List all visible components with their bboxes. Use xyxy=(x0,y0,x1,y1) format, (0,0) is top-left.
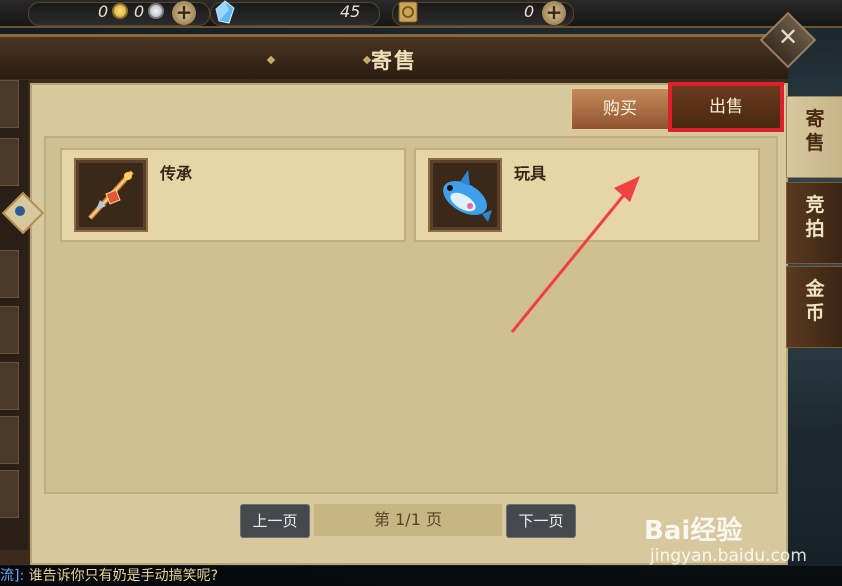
watermark-brand: Bai经验 xyxy=(644,516,743,546)
watermark-url: jingyan.baidu.com xyxy=(650,546,807,566)
annotation-arrow xyxy=(510,176,640,333)
watermark: Bai经验 jingyan.baidu.com xyxy=(644,510,834,580)
chat-message: 谁告诉你只有奶是手动搞笑呢? xyxy=(28,568,219,584)
chat-channel: 流]: xyxy=(0,568,25,584)
